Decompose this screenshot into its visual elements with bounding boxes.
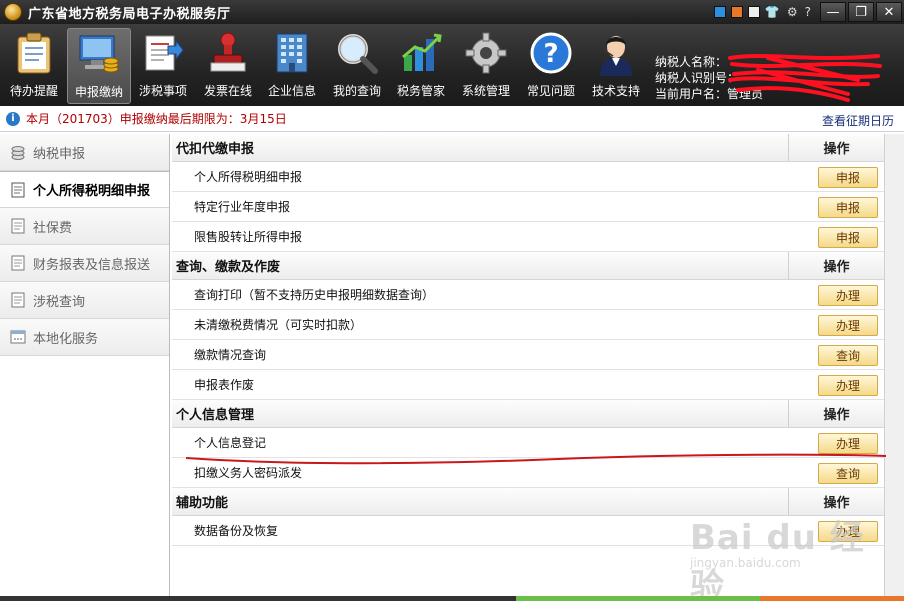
tax-calendar-link[interactable]: 查看征期日历 xyxy=(822,112,894,129)
list-item: 未清缴税费情况（可实时扣款） 办理 xyxy=(172,310,884,340)
restore-button[interactable]: ❐ xyxy=(848,2,874,22)
app-logo-icon xyxy=(4,3,22,21)
list-item: 缴款情况查询 查询 xyxy=(172,340,884,370)
clipboard-icon xyxy=(11,30,57,76)
database-icon xyxy=(10,144,26,160)
list-item: 个人信息登记 办理 xyxy=(172,428,884,458)
bottom-status-strip xyxy=(0,596,904,601)
help-question-icon[interactable]: ? xyxy=(805,5,811,19)
section-header-query-payment-void: 查询、缴款及作废 操作 xyxy=(172,251,884,280)
section-header-personal-info: 个人信息管理 操作 xyxy=(172,399,884,428)
toolbar-item-tax-steward[interactable]: 税务管家 xyxy=(389,28,453,104)
theme-blue-icon[interactable] xyxy=(713,6,726,18)
toolbar-item-declare-pay[interactable]: 申报缴纳 xyxy=(67,28,131,104)
toolbar-item-tech-support[interactable]: 技术支持 xyxy=(584,28,648,104)
computer-coins-icon xyxy=(76,31,122,77)
bar-chart-icon xyxy=(398,30,444,76)
title-bar: 广东省地方税务局电子办税服务厅 👕 ⚙ ? — ❐ ✕ xyxy=(0,0,904,24)
building-icon xyxy=(269,30,315,76)
support-agent-icon xyxy=(593,30,639,76)
theme-orange-icon[interactable] xyxy=(730,6,743,18)
toolbar-item-invoice-online[interactable]: 发票在线 xyxy=(196,28,260,104)
sidebar-item-iit-detail[interactable]: 个人所得税明细申报 xyxy=(0,171,169,208)
query-button[interactable]: 查询 xyxy=(818,345,878,366)
handle-button[interactable]: 办理 xyxy=(818,433,878,454)
theme-white-icon[interactable] xyxy=(747,6,760,18)
sidebar-item-tax-query[interactable]: 涉税查询 xyxy=(0,282,169,319)
list-item: 个人所得税明细申报 申报 xyxy=(172,162,884,192)
title-bar-controls: 👕 ⚙ ? — ❐ ✕ xyxy=(713,0,904,24)
document-icon xyxy=(10,292,26,308)
deadline-message: 本月（201703）申报缴纳最后期限为：3月15日 xyxy=(26,112,287,126)
magnifier-icon xyxy=(334,30,380,76)
operation-column-header: 操作 xyxy=(788,251,884,280)
help-icon: ? xyxy=(528,30,574,76)
toolbar-item-enterprise-info[interactable]: 企业信息 xyxy=(260,28,324,104)
sidebar-item-local-services[interactable]: 本地化服务 xyxy=(0,319,169,356)
handle-button[interactable]: 办理 xyxy=(818,315,878,336)
baidu-watermark: Bai du 经验 jingyan.baidu.com xyxy=(690,500,880,601)
close-button[interactable]: ✕ xyxy=(876,2,902,22)
declare-button[interactable]: 申报 xyxy=(818,227,878,248)
handle-button[interactable]: 办理 xyxy=(818,285,878,306)
section-header-withholding: 代扣代缴申报 操作 xyxy=(172,133,884,162)
toolbar-item-faq[interactable]: ? 常见问题 xyxy=(519,28,583,104)
info-icon: i xyxy=(6,111,20,126)
sidebar-item-tax-declaration[interactable]: 纳税申报 xyxy=(0,134,169,171)
operation-column-header: 操作 xyxy=(788,133,884,162)
handle-button[interactable]: 办理 xyxy=(818,375,878,396)
toolbar-item-my-query[interactable]: 我的查询 xyxy=(325,28,389,104)
list-item: 特定行业年度申报 申报 xyxy=(172,192,884,222)
sidebar-item-social-insurance[interactable]: 社保费 xyxy=(0,208,169,245)
list-item: 申报表作废 办理 xyxy=(172,370,884,400)
window-title: 广东省地方税务局电子办税服务厅 xyxy=(28,6,231,22)
list-item: 查询打印（暂不支持历史申报明细数据查询） 办理 xyxy=(172,280,884,310)
toolbar-item-system-management[interactable]: 系统管理 xyxy=(454,28,518,104)
declare-button[interactable]: 申报 xyxy=(818,167,878,188)
watermark-url: jingyan.baidu.com xyxy=(690,556,801,570)
gear-icon xyxy=(463,30,509,76)
window-icon xyxy=(10,329,26,345)
skin-icon[interactable]: 👕 xyxy=(765,5,780,19)
document-arrow-icon xyxy=(140,30,186,76)
deadline-notice-bar: i 本月（201703）申报缴纳最后期限为：3月15日 查看征期日历 xyxy=(0,106,904,132)
list-item: 扣缴义务人密码派发 查询 xyxy=(172,458,884,488)
sidebar-item-financial-reports[interactable]: 财务报表及信息报送 xyxy=(0,245,169,282)
minimize-button[interactable]: — xyxy=(820,2,846,22)
scrollbar[interactable] xyxy=(884,134,904,596)
document-icon xyxy=(10,182,26,198)
redaction-scribble xyxy=(728,54,882,102)
stamp-icon xyxy=(205,30,251,76)
declare-button[interactable]: 申报 xyxy=(818,197,878,218)
toolbar-item-todo[interactable]: 待办提醒 xyxy=(2,28,66,104)
operation-column-header: 操作 xyxy=(788,399,884,428)
sidebar: 纳税申报 个人所得税明细申报 社保费 财务报表及信息报送 涉税查询 本地化服务 xyxy=(0,134,170,596)
toolbar-item-tax-matters[interactable]: 涉税事项 xyxy=(131,28,195,104)
svg-text:?: ? xyxy=(543,39,558,69)
query-button[interactable]: 查询 xyxy=(818,463,878,484)
settings-gear-icon[interactable]: ⚙ xyxy=(787,5,798,19)
document-icon xyxy=(10,255,26,271)
list-item: 限售股转让所得申报 申报 xyxy=(172,222,884,252)
main-toolbar: 待办提醒 申报缴纳 涉税事项 发票在线 企业信息 我的查询 税务管家 系统管理 … xyxy=(0,24,904,106)
document-icon xyxy=(10,218,26,234)
